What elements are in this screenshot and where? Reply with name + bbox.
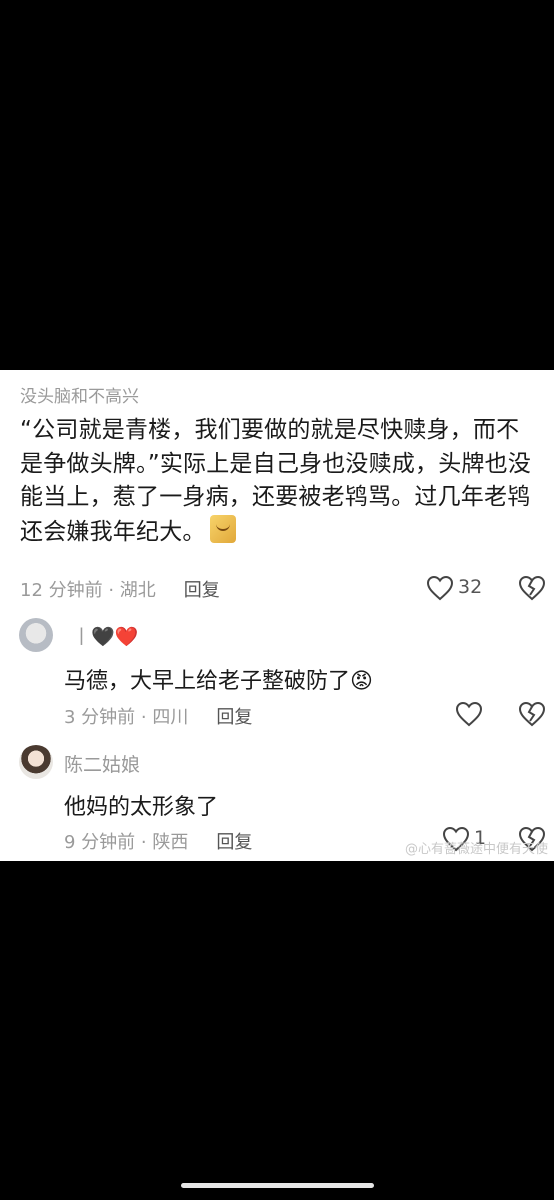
reply-button[interactable]: 回复 xyxy=(216,832,252,853)
avatar[interactable] xyxy=(19,745,53,779)
cat-sticker-icon xyxy=(209,514,236,543)
reply-author[interactable]: 丨🖤❤️ xyxy=(72,622,138,649)
home-indicator[interactable] xyxy=(181,1183,374,1188)
comment-panel: 没头脑和不高兴 “公司就是青楼，我们要做的就是尽快赎身，而不是争做头牌。”实际上… xyxy=(0,370,554,861)
reply-author[interactable]: 陈二姑娘 xyxy=(64,750,140,777)
comment-author[interactable]: 没头脑和不高兴 xyxy=(20,382,139,407)
comment-time-location: 12 分钟前 · 湖北 xyxy=(20,580,156,601)
reply-meta: 3 分钟前 · 四川 回复 xyxy=(64,703,252,729)
reply-button[interactable]: 回复 xyxy=(216,707,252,728)
comment-text-body: “公司就是青楼，我们要做的就是尽快赎身，而不是争做头牌。”实际上是自己身也没赎成… xyxy=(20,417,532,545)
heart-outline-icon[interactable] xyxy=(455,701,483,727)
heart-outline-icon[interactable] xyxy=(426,575,454,601)
watermark: @心有蔷薇途中便有天使 xyxy=(404,842,548,857)
reply-text: 他妈的太形象了 xyxy=(64,795,219,820)
reply-button[interactable]: 回复 xyxy=(184,580,220,601)
avatar[interactable] xyxy=(19,618,53,652)
comment-text: “公司就是青楼，我们要做的就是尽快赎身，而不是争做头牌。”实际上是自己身也没赎成… xyxy=(20,414,540,549)
reply-time-location: 9 分钟前 · 陕西 xyxy=(64,832,189,853)
reply-meta: 9 分钟前 · 陕西 回复 xyxy=(64,828,252,854)
broken-heart-icon[interactable] xyxy=(518,575,546,601)
comment-meta: 12 分钟前 · 湖北 回复 xyxy=(20,576,220,602)
reply-time-location: 3 分钟前 · 四川 xyxy=(64,707,189,728)
reply-text: 马德，大早上给老子整破防了😡 xyxy=(64,669,373,694)
like-count: 32 xyxy=(458,576,483,598)
broken-heart-icon[interactable] xyxy=(518,701,546,727)
